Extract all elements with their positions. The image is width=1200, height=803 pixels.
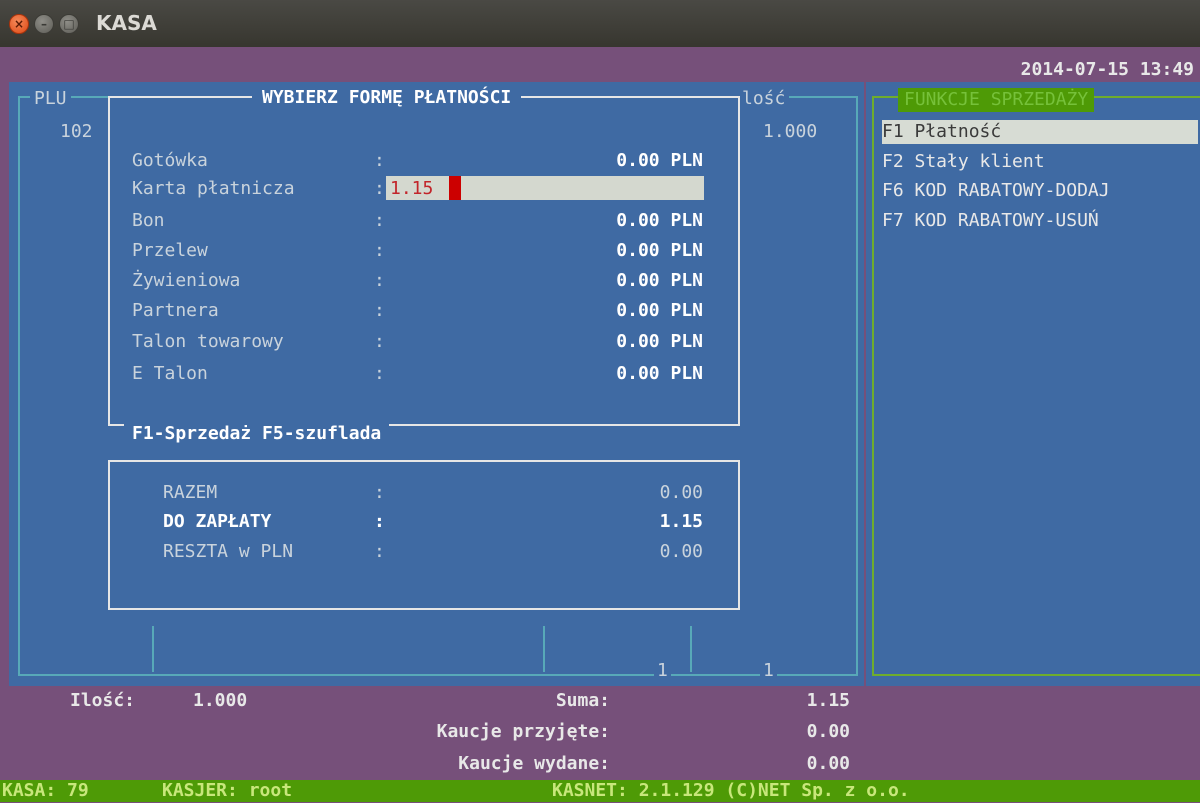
window-titlebar[interactable]: × – □ KASA	[0, 0, 1200, 47]
payment-value[interactable]: 0.00 PLN	[500, 362, 703, 386]
payment-colon: :	[374, 270, 385, 291]
total-quantity-label: Ilość:	[70, 690, 136, 711]
payment-value[interactable]: 0.00 PLN	[500, 330, 703, 354]
payment-label: Talon towarowy	[132, 331, 284, 352]
payment-colon: :	[374, 240, 385, 261]
window-maximize-button[interactable]: □	[59, 14, 79, 34]
total-sum-label: Suma:	[555, 690, 610, 711]
payment-colon: :	[374, 210, 385, 231]
deposits-received-value: 0.00	[806, 721, 850, 742]
payment-colon: :	[374, 178, 385, 199]
deposits-issued-value: 0.00	[806, 753, 850, 774]
payment-label: Żywieniowa	[132, 270, 241, 291]
status-version: KASNET: 2.1.129 (C)NET Sp. z o.o.	[552, 780, 910, 801]
status-register: KASA: 79	[2, 780, 89, 801]
window-title: KASA	[96, 11, 157, 35]
payment-label: Karta płatnicza	[132, 178, 295, 199]
function-item-regular-client[interactable]: F2 Stały klient	[882, 150, 1198, 174]
summary-colon: :	[374, 541, 385, 562]
total-quantity-value: 1.000	[193, 690, 248, 711]
payment-value[interactable]: 0.00 PLN	[500, 269, 703, 293]
total-sum-value: 1.15	[806, 690, 850, 711]
footer-count: 1	[654, 659, 671, 683]
payment-value[interactable]: 0.00 PLN	[500, 239, 703, 263]
summary-razem-value: 0.00	[659, 482, 703, 503]
minimize-icon: –	[41, 17, 47, 31]
payment-dialog-footer: F1-Sprzedaż F5-szuflada	[124, 422, 390, 446]
card-payment-value[interactable]: 1.15	[390, 177, 433, 201]
window-close-button[interactable]: ×	[9, 14, 29, 34]
maximize-icon: □	[63, 17, 75, 31]
summary-do-zaplaty-value: 1.15	[659, 511, 703, 532]
payment-colon: :	[374, 363, 385, 384]
summary-colon: :	[374, 511, 385, 532]
function-item-payment[interactable]: F1 Płatność	[882, 120, 1198, 144]
summary-reszta-label: RESZTA w PLN	[163, 541, 294, 562]
summary-colon: :	[374, 482, 385, 503]
table-divider	[543, 626, 545, 672]
card-payment-input[interactable]	[386, 176, 704, 200]
payment-value[interactable]: 0.00 PLN	[500, 149, 703, 173]
functions-title: FUNKCJE SPRZEDAŻY	[898, 88, 1095, 112]
row-plu[interactable]: 102	[60, 120, 93, 144]
footer-count: 1	[760, 659, 777, 683]
payment-colon: :	[374, 300, 385, 321]
status-cashier: KASJER: root	[162, 780, 293, 801]
col-header-plu: PLU	[30, 87, 71, 111]
function-item-remove-discount-code[interactable]: F7 KOD RABATOWY-USUŃ	[882, 209, 1198, 233]
payment-dialog-title: WYBIERZ FORMĘ PŁATNOŚCI	[252, 86, 522, 110]
close-icon: ×	[13, 17, 25, 31]
table-divider	[690, 626, 692, 672]
payment-label: Bon	[132, 210, 165, 231]
payment-value[interactable]: 0.00 PLN	[500, 299, 703, 323]
deposits-issued-label: Kaucje wydane:	[458, 753, 610, 774]
payment-label: Przelew	[132, 240, 208, 261]
datetime: 2014-07-15 13:49	[1020, 59, 1194, 80]
payment-label: E Talon	[132, 363, 208, 384]
function-item-add-discount-code[interactable]: F6 KOD RABATOWY-DODAJ	[882, 179, 1198, 203]
summary-razem-label: RAZEM	[163, 482, 218, 503]
payment-colon: :	[374, 150, 385, 171]
col-header-ilosc: lość	[738, 87, 790, 111]
payment-value[interactable]: 0.00 PLN	[500, 209, 703, 233]
deposits-received-label: Kaucje przyjęte:	[436, 721, 610, 742]
summary-do-zaplaty-label: DO ZAPŁATY	[163, 511, 272, 532]
summary-reszta-value: 0.00	[659, 541, 703, 562]
payment-colon: :	[374, 331, 385, 352]
payment-label: Gotówka	[132, 150, 208, 171]
table-divider	[152, 626, 154, 672]
text-cursor	[449, 176, 461, 200]
row-qty[interactable]: 1.000	[763, 120, 817, 144]
window-minimize-button[interactable]: –	[34, 14, 54, 34]
payment-label: Partnera	[132, 300, 219, 321]
